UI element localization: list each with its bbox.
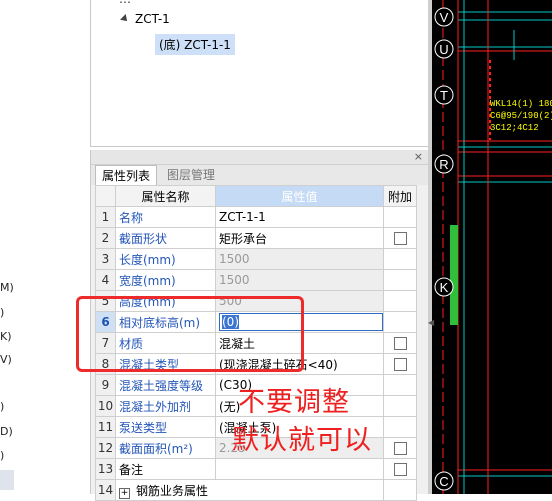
- add-checkbox[interactable]: [393, 442, 407, 455]
- property-group[interactable]: + 钢筋业务属性: [115, 479, 384, 501]
- table-row[interactable]: 3 长度(mm) 1500: [95, 248, 417, 270]
- add-cell: [383, 248, 417, 270]
- add-cell: [383, 416, 417, 438]
- property-name: 截面形状: [115, 227, 216, 249]
- table-row[interactable]: 13 备注: [95, 458, 417, 480]
- axis-label: R: [439, 157, 448, 172]
- beam-text: C6@95/190(2): [490, 111, 552, 121]
- property-value[interactable]: 矩形承台: [215, 227, 384, 249]
- add-cell: [383, 206, 417, 228]
- add-cell: [383, 290, 417, 312]
- row-num: 3: [95, 248, 116, 270]
- add-cell: [383, 458, 417, 480]
- header-property-name: 属性名称: [115, 185, 216, 207]
- header-num: [95, 185, 116, 207]
- axis-label: V: [440, 10, 449, 25]
- annotation-line-1: 不要调整: [238, 387, 350, 418]
- table-row[interactable]: 4 宽度(mm) 1500: [95, 269, 417, 291]
- left-item-highlight[interactable]: [0, 470, 14, 490]
- tree-clipped-node: …: [119, 0, 131, 6]
- row-num: 10: [95, 395, 116, 417]
- row-num: 9: [95, 374, 116, 396]
- left-item[interactable]: K): [0, 330, 12, 343]
- row-num: 1: [95, 206, 116, 228]
- annotation-line-2: 默认就可以: [232, 425, 372, 456]
- row-num: 13: [95, 458, 116, 480]
- left-item[interactable]: M): [0, 281, 14, 294]
- left-item[interactable]: ): [0, 306, 4, 319]
- property-name: 混凝土强度等级: [115, 374, 216, 396]
- property-name: 长度(mm): [115, 248, 216, 270]
- cad-column: [450, 225, 458, 325]
- add-checkbox[interactable]: [393, 232, 407, 245]
- panel-title-bar: ×: [91, 150, 429, 165]
- add-checkbox[interactable]: [393, 358, 407, 371]
- axis-label: C: [439, 474, 448, 489]
- cad-canvas[interactable]: V U T R K C WKL14(1) 180x4 C6@95/190(2) …: [428, 0, 552, 494]
- tree-node-zct-1[interactable]: ZCT-1: [135, 12, 170, 26]
- tab-property-list[interactable]: 属性列表: [95, 165, 158, 186]
- add-cell: [383, 479, 417, 501]
- add-cell: [383, 395, 417, 417]
- add-cell: [383, 227, 417, 249]
- axis-label: U: [439, 42, 448, 57]
- add-cell: [383, 269, 417, 291]
- axis-label: K: [440, 280, 449, 295]
- panel-tabs: 属性列表 图层管理: [91, 165, 429, 186]
- cad-drawing: V U T R K C WKL14(1) 180x4 C6@95/190(2) …: [434, 0, 552, 494]
- close-icon[interactable]: ×: [414, 150, 423, 164]
- axis-label: T: [440, 88, 448, 103]
- beam-text: WKL14(1) 180x4: [490, 99, 552, 109]
- left-item[interactable]: D): [0, 425, 13, 438]
- left-item[interactable]: ): [0, 449, 4, 462]
- left-panel-strip: M) ) K) V) ) D) ): [0, 0, 90, 494]
- header-property-value: 属性值: [215, 185, 384, 207]
- group-label: 钢筋业务属性: [136, 483, 209, 498]
- property-value: 1500: [215, 248, 384, 270]
- expand-plus-icon[interactable]: +: [119, 487, 130, 499]
- splitter-bar[interactable]: [428, 0, 432, 494]
- row-num: 11: [95, 416, 116, 438]
- property-name: 泵送类型: [115, 416, 216, 438]
- property-value: 1500: [215, 269, 384, 291]
- row-num: 2: [95, 227, 116, 249]
- add-cell: [383, 437, 417, 459]
- table-row[interactable]: 1 名称 ZCT-1-1: [95, 206, 417, 228]
- highlight-box: [76, 296, 304, 372]
- left-item[interactable]: V): [0, 353, 12, 366]
- component-tree: … ZCT-1 (底) ZCT-1-1: [90, 0, 430, 147]
- left-item[interactable]: ): [0, 400, 4, 413]
- add-cell: [383, 374, 417, 396]
- property-name: 混凝土外加剂: [115, 395, 216, 417]
- tree-node-zct-1-1[interactable]: (底) ZCT-1-1: [155, 34, 235, 55]
- tree-expand-caret-icon[interactable]: [120, 14, 130, 24]
- add-checkbox[interactable]: [393, 337, 407, 350]
- add-checkbox[interactable]: [393, 463, 407, 476]
- header-add: 附加: [383, 185, 417, 207]
- beam-text: 3C12;4C12: [490, 123, 539, 133]
- add-cell: [383, 332, 417, 354]
- splitter-arrow-icon[interactable]: ◀: [428, 318, 434, 327]
- row-num: 4: [95, 269, 116, 291]
- row-num: 14: [95, 479, 116, 501]
- property-name: 截面面积(m²): [115, 437, 216, 459]
- add-cell: [383, 353, 417, 375]
- property-name: 备注: [115, 458, 216, 480]
- add-cell: [383, 311, 417, 333]
- property-name: 宽度(mm): [115, 269, 216, 291]
- table-row-group[interactable]: 14 + 钢筋业务属性: [95, 479, 417, 501]
- property-value[interactable]: ZCT-1-1: [215, 206, 384, 228]
- tab-layer-management[interactable]: 图层管理: [161, 165, 221, 185]
- property-name: 名称: [115, 206, 216, 228]
- row-num: 12: [95, 437, 116, 459]
- table-row[interactable]: 2 截面形状 矩形承台: [95, 227, 417, 249]
- property-value[interactable]: [215, 458, 384, 480]
